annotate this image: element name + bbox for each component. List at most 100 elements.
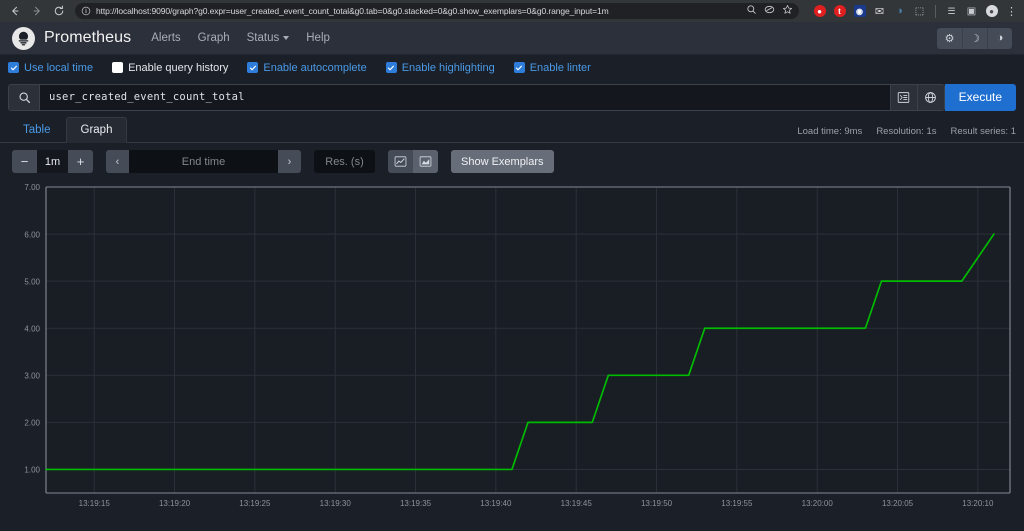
query-meta: Load time: 9ms Resolution: 1s Result ser…	[797, 126, 1016, 142]
resolution-input[interactable]	[314, 150, 375, 173]
x-tick-label: 13:19:40	[480, 499, 512, 508]
x-tick-label: 13:19:30	[320, 499, 352, 508]
enable-autocomplete-checkbox[interactable]: Enable autocomplete	[247, 61, 367, 74]
y-tick-label: 6.00	[24, 230, 40, 239]
x-tick-label: 13:20:00	[802, 499, 834, 508]
x-tick-label: 13:19:50	[641, 499, 673, 508]
share-icon[interactable]	[764, 2, 775, 20]
range-decrease-button[interactable]: −	[12, 150, 37, 173]
enable-autocomplete-label: Enable autocomplete	[263, 61, 367, 74]
toolbar-divider	[935, 4, 936, 18]
nav-alerts[interactable]: Alerts	[151, 32, 180, 44]
x-tick-label: 13:19:55	[721, 499, 753, 508]
tab-table[interactable]: Table	[8, 117, 66, 143]
extension-bag-icon[interactable]: ⬚	[913, 5, 926, 18]
range-increase-button[interactable]: +	[68, 150, 93, 173]
enable-query-history-label: Enable query history	[128, 61, 229, 74]
checkbox-checked-icon	[8, 62, 19, 73]
nav-status-label: Status	[246, 32, 280, 44]
query-expression-input[interactable]	[40, 84, 890, 110]
nav-alerts-label: Alerts	[151, 32, 181, 44]
nav-status[interactable]: Status	[247, 32, 290, 44]
y-tick-label: 5.00	[24, 277, 40, 286]
y-tick-label: 2.00	[24, 419, 40, 428]
browser-menu-icon[interactable]: ⋮	[1005, 5, 1018, 18]
extension-red-pill-icon[interactable]: ●	[813, 5, 826, 18]
load-time-text: Load time: 9ms	[797, 126, 863, 137]
reload-icon[interactable]	[50, 2, 68, 20]
stacked-chart-toggle-icon[interactable]	[413, 150, 438, 173]
x-tick-label: 13:19:35	[400, 499, 432, 508]
extension-checklist-icon[interactable]: ☰	[945, 5, 958, 18]
x-tick-label: 13:19:45	[561, 499, 593, 508]
end-time-group: ‹ ›	[106, 150, 301, 173]
address-bar[interactable]: http://localhost:9090/graph?g0.expr=user…	[75, 3, 799, 19]
metrics-explorer-icon[interactable]	[889, 84, 917, 110]
app-header: Prometheus Alerts Graph Status Help ⚙ ☽ …	[0, 22, 1024, 55]
prometheus-logo[interactable]	[12, 26, 35, 50]
moon-icon: ☽	[970, 32, 980, 45]
x-tick-label: 13:20:05	[882, 499, 914, 508]
back-arrow-icon[interactable]	[6, 2, 24, 20]
extension-letter-t-icon[interactable]: t	[833, 5, 846, 18]
checkbox-checked-icon	[247, 62, 259, 73]
plot-background	[46, 187, 1010, 493]
tab-graph[interactable]: Graph	[65, 117, 128, 143]
query-options-row: Use local time Enable query history Enab…	[0, 55, 1024, 80]
nav-graph[interactable]: Graph	[198, 32, 230, 44]
use-local-time-checkbox[interactable]: Use local time	[8, 62, 93, 74]
settings-gear-button[interactable]: ⚙	[937, 27, 962, 49]
end-time-prev-button[interactable]: ‹	[106, 150, 129, 173]
end-time-input[interactable]	[129, 150, 278, 173]
end-time-next-button[interactable]: ›	[278, 150, 301, 173]
dark-theme-button[interactable]: ☽	[962, 27, 987, 49]
y-tick-label: 7.00	[24, 183, 40, 192]
star-bookmark-icon[interactable]	[782, 2, 793, 20]
show-exemplars-button[interactable]: Show Exemplars	[451, 150, 554, 173]
nav-graph-label: Graph	[197, 32, 230, 44]
forward-arrow-icon[interactable]	[28, 2, 46, 20]
site-info-icon[interactable]	[81, 6, 91, 16]
y-tick-label: 1.00	[24, 466, 40, 475]
y-tick-label: 4.00	[24, 324, 40, 333]
nav-help-label: Help	[306, 32, 330, 44]
gear-icon: ⚙	[944, 32, 955, 45]
nav-help[interactable]: Help	[306, 32, 330, 44]
extension-panel-icon[interactable]: ▣	[965, 5, 978, 18]
range-input[interactable]	[37, 150, 68, 173]
enable-highlighting-label: Enable highlighting	[401, 61, 495, 74]
enable-linter-label: Enable linter	[529, 61, 591, 74]
zoom-search-icon[interactable]	[746, 2, 757, 20]
time-series-chart[interactable]: 7.00 6.00 5.00 4.00 3.00 2.00 1.00 13:19:15 13:1…	[8, 180, 1016, 519]
enable-linter-checkbox[interactable]: Enable linter	[513, 61, 591, 74]
extension-icons: ● t ◉ ✉ ◑ ⬚ ☰ ▣ ● ⋮	[806, 4, 1018, 18]
browser-toolbar: http://localhost:9090/graph?g0.expr=user…	[0, 0, 1024, 22]
enable-query-history-checkbox[interactable]: Enable query history	[112, 62, 228, 74]
x-tick-label: 13:19:25	[239, 499, 271, 508]
checkbox-unchecked-icon	[112, 62, 124, 73]
result-tabs: Table Graph Load time: 9ms Resolution: 1…	[0, 114, 1024, 143]
extension-avatar-icon[interactable]: ●	[985, 5, 998, 18]
chevron-down-icon	[283, 36, 290, 40]
main-nav: Alerts Graph Status Help	[151, 32, 330, 44]
graph-panel: 7.00 6.00 5.00 4.00 3.00 2.00 1.00 13:19:15 13:1…	[8, 180, 1016, 519]
execute-button[interactable]: Execute	[944, 83, 1016, 111]
auto-theme-button[interactable]: ◑	[987, 27, 1012, 49]
theme-switcher: ⚙ ☽ ◑	[937, 27, 1012, 49]
enable-highlighting-checkbox[interactable]: Enable highlighting	[385, 61, 495, 74]
x-tick-label: 13:19:20	[159, 499, 191, 508]
chart-type-toggle	[388, 150, 438, 173]
x-tick-label: 13:19:15	[79, 499, 111, 508]
query-options-icon[interactable]	[916, 84, 944, 110]
graph-controls: − + ‹ › Show Exemplars	[0, 143, 1024, 180]
line-chart-toggle-icon[interactable]	[388, 150, 413, 173]
extension-mask-icon[interactable]: ◑	[893, 5, 906, 18]
query-input-group	[8, 83, 945, 111]
result-series-text: Result series: 1	[950, 126, 1016, 137]
extension-blue-shield-icon[interactable]: ◉	[853, 5, 866, 18]
query-row: Execute	[0, 80, 1024, 114]
page-title: Prometheus	[44, 29, 132, 46]
search-icon	[9, 84, 40, 110]
half-circle-icon: ◑	[996, 32, 1004, 44]
extension-mail-icon[interactable]: ✉	[873, 5, 886, 18]
